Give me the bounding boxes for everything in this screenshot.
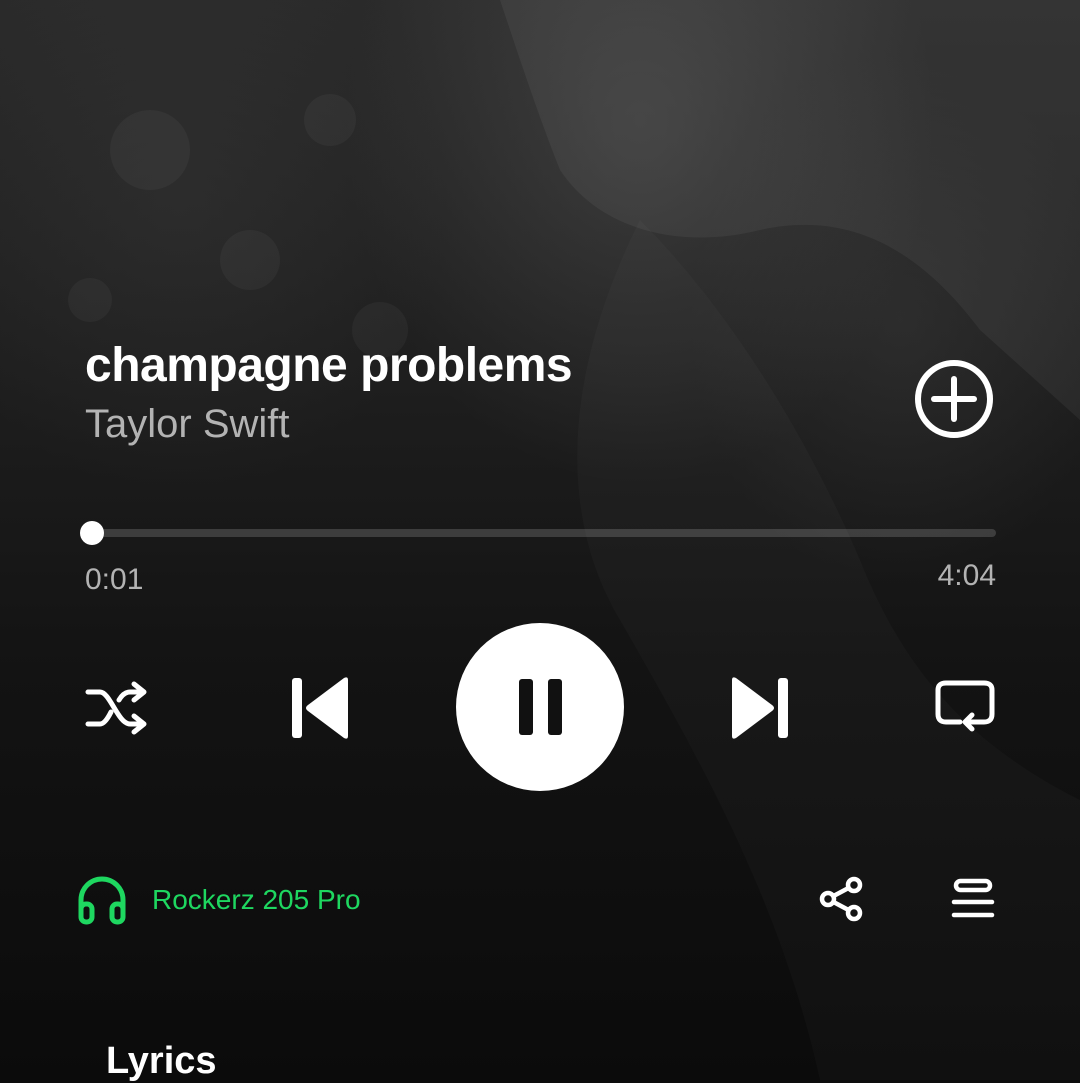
share-button[interactable] [818, 876, 866, 922]
elapsed-time: 0:01 [85, 563, 144, 596]
play-pause-button[interactable] [456, 623, 624, 791]
repeat-button[interactable] [932, 678, 998, 738]
pause-icon [519, 679, 562, 735]
connected-device[interactable]: Rockerz 205 Pro [76, 872, 361, 928]
headphones-icon [78, 876, 126, 925]
progress-knob[interactable] [79, 521, 104, 545]
plus-circle-icon [915, 360, 993, 438]
add-to-library-button[interactable] [914, 359, 994, 439]
track-artist[interactable]: Taylor Swift [85, 402, 290, 447]
shuffle-icon [85, 681, 147, 735]
repeat-icon [935, 680, 995, 732]
skip-next-icon [732, 677, 788, 739]
queue-icon [951, 878, 995, 918]
lyrics-heading[interactable]: Lyrics [106, 1040, 217, 1083]
previous-button[interactable] [288, 674, 352, 742]
next-button[interactable] [728, 674, 792, 742]
shuffle-button[interactable] [84, 678, 150, 738]
queue-button[interactable] [950, 878, 996, 920]
skip-previous-icon [292, 677, 348, 739]
share-icon [819, 876, 863, 922]
track-title[interactable]: champagne problems [85, 338, 573, 393]
total-time: 4:04 [937, 559, 996, 592]
device-name: Rockerz 205 Pro [152, 884, 361, 915]
progress-bar[interactable] [79, 521, 996, 545]
